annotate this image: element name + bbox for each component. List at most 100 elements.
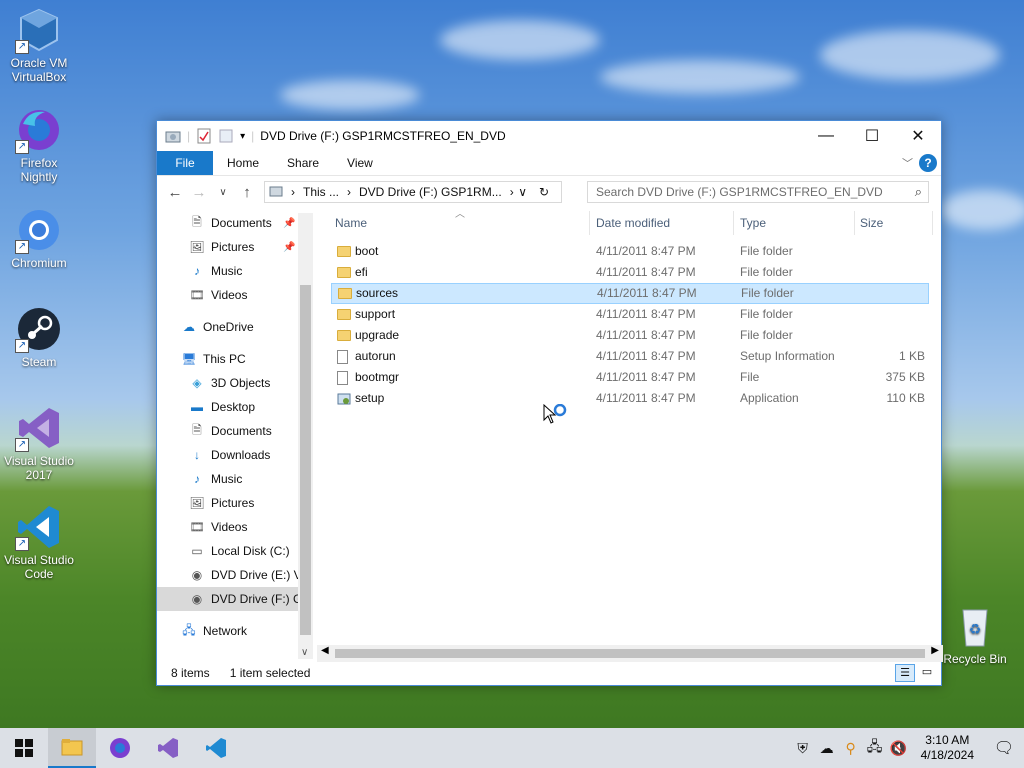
up-button[interactable]: ↑ — [235, 184, 259, 201]
visual-studio-icon — [158, 738, 178, 758]
breadcrumb-separator-icon[interactable]: › — [347, 185, 351, 199]
security-shield-icon[interactable]: ⛨ — [791, 740, 815, 757]
nav-item-videos[interactable]: 🎞 Videos — [157, 515, 313, 539]
pictures-icon: 🖼 — [189, 496, 205, 510]
desktop-icon-firefox-nightly[interactable]: ↗ Firefox Nightly — [1, 106, 77, 184]
file-row-setup[interactable]: setup 4/11/2011 8:47 PM Application 110 KB — [331, 388, 929, 409]
file-date-modified: 4/11/2011 8:47 PM — [596, 370, 696, 384]
desktop-icon-virtualbox[interactable]: ↗ Oracle VM VirtualBox — [1, 6, 77, 84]
column-separator[interactable] — [589, 211, 590, 235]
taskbar-firefox-nightly[interactable] — [96, 728, 144, 768]
action-center-icon[interactable]: 🗨 — [984, 728, 1024, 768]
nav-pane-scrollbar[interactable] — [298, 213, 313, 659]
search-tool-icon[interactable]: ⚲ — [839, 740, 863, 757]
column-date-modified[interactable]: Date modified — [596, 211, 670, 235]
horizontal-scrollbar[interactable]: ◀ ▶ — [317, 645, 943, 662]
taskbar-file-explorer[interactable] — [48, 728, 96, 768]
refresh-icon[interactable]: ↻ — [539, 185, 549, 199]
file-date-modified: 4/11/2011 8:47 PM — [596, 349, 696, 363]
nav-item-dvd-drive-e-vi[interactable]: ◉ DVD Drive (E:) Vi — [157, 563, 313, 587]
nav-item-dvd-drive-f-gs[interactable]: ◉ DVD Drive (F:) GS — [157, 587, 313, 611]
nav-item-documents[interactable]: 🗎 Documents — [157, 419, 313, 443]
nav-item-network[interactable]: 🖧 Network — [157, 619, 313, 643]
desktop-icon-recycle-bin[interactable]: ♻ Recycle Bin — [937, 602, 1013, 666]
nav-item-3d-objects[interactable]: ◈ 3D Objects — [157, 371, 313, 395]
nav-item-music[interactable]: ♪ Music — [157, 259, 313, 283]
nav-item-videos[interactable]: 🎞 Videos — [157, 283, 313, 307]
column-separator[interactable] — [733, 211, 734, 235]
nav-item-onedrive[interactable]: ☁ OneDrive — [157, 315, 313, 339]
help-button[interactable]: ? — [919, 154, 937, 172]
nav-item-label: Music — [211, 264, 243, 278]
tab-view[interactable]: View — [333, 151, 387, 175]
visual-studio-icon: ↗ — [15, 404, 63, 452]
file-name: sources — [356, 286, 399, 300]
nav-item-desktop[interactable]: ▬ Desktop — [157, 395, 313, 419]
address-bar[interactable]: › This ... › DVD Drive (F:) GSP1RM... › … — [264, 181, 562, 203]
recent-locations-icon[interactable]: ∨ — [211, 187, 235, 198]
column-separator[interactable] — [854, 211, 855, 235]
new-folder-icon[interactable] — [218, 128, 234, 144]
scroll-left-icon[interactable]: ◀ — [321, 645, 329, 656]
file-explorer-window[interactable]: | ▾ | DVD Drive (F:) GSP1RMCSTFREO_EN_DV… — [156, 120, 943, 686]
close-button[interactable]: ✕ — [895, 121, 941, 151]
file-row-autorun[interactable]: autorun 4/11/2011 8:47 PM Setup Informatio… — [331, 346, 929, 367]
music-icon: ♪ — [194, 264, 200, 278]
expand-ribbon-icon[interactable]: ﹀ — [902, 155, 913, 171]
network-icon[interactable]: 🖧 — [863, 736, 887, 760]
nav-item-documents[interactable]: 🗎 Documents 📌 — [157, 211, 313, 235]
file-row-support[interactable]: support 4/11/2011 8:47 PM File folder — [331, 304, 929, 325]
nav-item-local-disk-c[interactable]: ▭ Local Disk (C:) — [157, 539, 313, 563]
breadcrumb-separator-icon[interactable]: › — [291, 185, 295, 199]
file-row-upgrade[interactable]: upgrade 4/11/2011 8:47 PM File folder — [331, 325, 929, 346]
tab-share[interactable]: Share — [273, 151, 333, 175]
onedrive-offline-icon[interactable]: ☁ — [815, 740, 839, 757]
scrollbar-thumb[interactable] — [335, 649, 925, 658]
tab-home[interactable]: Home — [213, 151, 273, 175]
desktop-icon-vscode[interactable]: ↗ Visual Studio Code — [1, 503, 77, 581]
breadcrumb-separator-icon[interactable]: › — [510, 185, 514, 199]
column-name[interactable]: Name — [335, 211, 367, 235]
large-icons-view-icon[interactable]: ▭ — [917, 664, 937, 682]
nav-item-downloads[interactable]: ↓ Downloads — [157, 443, 313, 467]
search-box[interactable]: Search DVD Drive (F:) GSP1RMCSTFREO_EN_D… — [587, 181, 929, 203]
start-button[interactable] — [0, 728, 48, 768]
column-type[interactable]: Type — [740, 211, 766, 235]
nav-scroll-down-icon[interactable]: ∨ — [301, 647, 308, 658]
properties-icon[interactable] — [196, 128, 212, 144]
column-size[interactable]: Size — [860, 211, 883, 235]
nav-item-pictures[interactable]: 🖼 Pictures — [157, 491, 313, 515]
nav-item-pictures[interactable]: 🖼 Pictures 📌 — [157, 235, 313, 259]
desktop-icon-chromium[interactable]: ↗ Chromium — [1, 206, 77, 270]
maximize-button[interactable]: ☐ — [849, 121, 895, 151]
address-dropdown-icon[interactable]: ∨ — [518, 185, 527, 199]
scrollbar-thumb[interactable] — [300, 285, 311, 635]
file-row-boot[interactable]: boot 4/11/2011 8:47 PM File folder — [331, 241, 929, 262]
back-button[interactable]: ← — [163, 184, 187, 201]
search-input[interactable]: Search DVD Drive (F:) GSP1RMCSTFREO_EN_D… — [596, 185, 883, 199]
file-row-efi[interactable]: efi 4/11/2011 8:47 PM File folder — [331, 262, 929, 283]
volume-muted-icon[interactable]: 🔇 — [887, 740, 911, 757]
downloads-icon: ↓ — [194, 448, 200, 462]
breadcrumb-this-pc[interactable]: This ... — [303, 185, 339, 199]
minimize-button[interactable]: — — [803, 121, 849, 151]
tab-file[interactable]: File — [157, 151, 213, 175]
scroll-right-icon[interactable]: ▶ — [931, 645, 939, 656]
breadcrumb-dvd-drive[interactable]: DVD Drive (F:) GSP1RM... — [359, 185, 502, 199]
nav-item-this-pc[interactable]: 🖥 This PC — [157, 347, 313, 371]
file-row-sources[interactable]: sources 4/11/2011 8:47 PM File folder — [331, 283, 929, 304]
clock[interactable]: 3:10 AM 4/18/2024 — [911, 733, 984, 763]
details-view-icon[interactable]: ☰ — [895, 664, 915, 682]
forward-button[interactable]: → — [187, 184, 211, 201]
taskbar-visual-studio[interactable] — [144, 728, 192, 768]
icon-label: Recycle Bin — [943, 652, 1007, 666]
quick-access-dropdown-icon[interactable]: ▾ — [240, 131, 245, 142]
desktop-icon-visual-studio-2017[interactable]: ↗ Visual Studio 2017 — [1, 404, 77, 482]
nav-item-music[interactable]: ♪ Music — [157, 467, 313, 491]
taskbar-vscode[interactable] — [192, 728, 240, 768]
file-row-bootmgr[interactable]: bootmgr 4/11/2011 8:47 PM File 375 KB — [331, 367, 929, 388]
icon-label: Firefox Nightly — [20, 156, 58, 184]
column-separator[interactable] — [932, 211, 933, 235]
title-bar[interactable]: | ▾ | DVD Drive (F:) GSP1RMCSTFREO_EN_DV… — [157, 121, 941, 151]
desktop-icon-steam[interactable]: ↗ Steam — [1, 305, 77, 369]
